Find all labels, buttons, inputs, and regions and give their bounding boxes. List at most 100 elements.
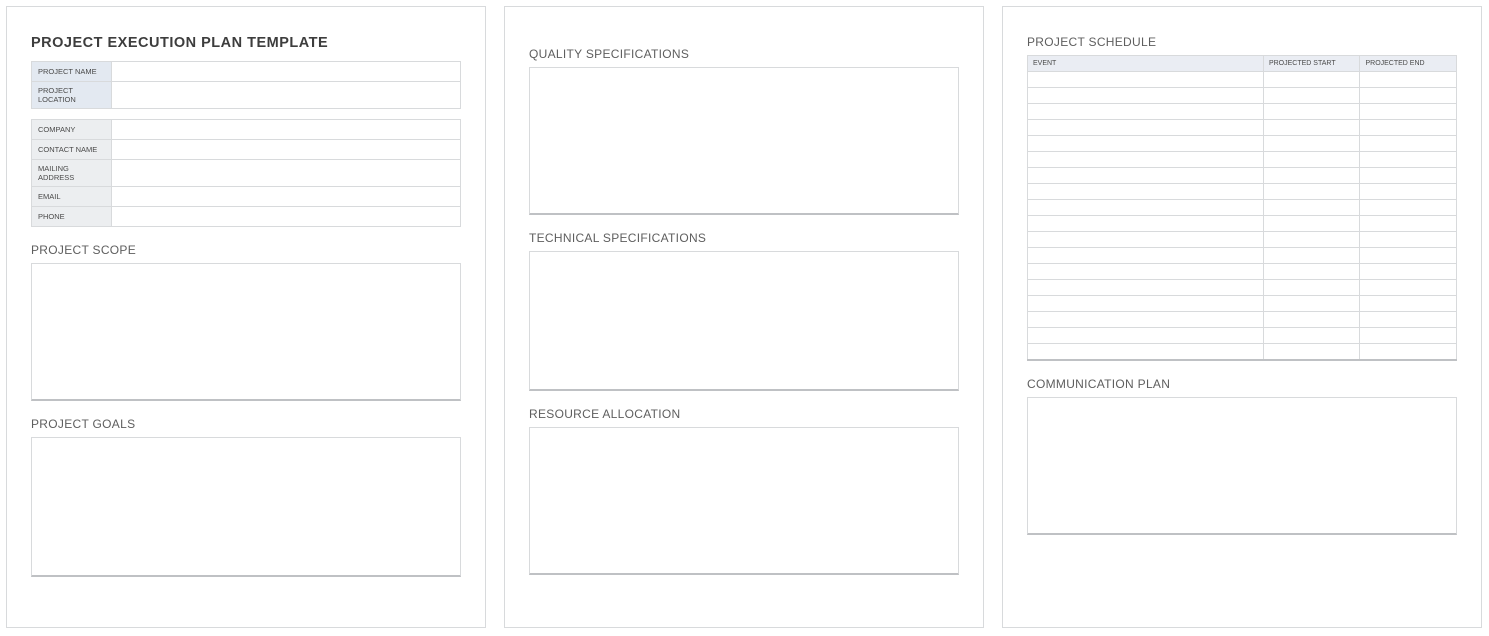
schedule-cell[interactable] [1263, 264, 1360, 280]
section-scope-title: PROJECT SCOPE [31, 243, 461, 257]
schedule-cell[interactable] [1028, 264, 1264, 280]
schedule-cell[interactable] [1263, 280, 1360, 296]
schedule-cell[interactable] [1263, 88, 1360, 104]
schedule-cell[interactable] [1028, 88, 1264, 104]
schedule-row [1028, 136, 1457, 152]
schedule-cell[interactable] [1263, 248, 1360, 264]
schedule-cell[interactable] [1263, 120, 1360, 136]
section-communication-title: COMMUNICATION PLAN [1027, 377, 1457, 391]
quality-specs-box[interactable] [529, 67, 959, 215]
schedule-row [1028, 296, 1457, 312]
schedule-cell[interactable] [1028, 344, 1264, 360]
schedule-cell[interactable] [1028, 200, 1264, 216]
schedule-header-end: PROJECTED END [1360, 56, 1457, 72]
schedule-cell[interactable] [1360, 216, 1457, 232]
schedule-cell[interactable] [1360, 312, 1457, 328]
label-project-location: PROJECT LOCATION [32, 82, 112, 109]
value-contact-name[interactable] [112, 140, 461, 160]
schedule-row [1028, 264, 1457, 280]
template-page-2: QUALITY SPECIFICATIONS TECHNICAL SPECIFI… [504, 6, 984, 628]
schedule-cell[interactable] [1360, 328, 1457, 344]
resource-allocation-box[interactable] [529, 427, 959, 575]
schedule-row [1028, 248, 1457, 264]
schedule-cell[interactable] [1263, 168, 1360, 184]
label-phone: PHONE [32, 207, 112, 227]
schedule-row [1028, 216, 1457, 232]
section-resource-title: RESOURCE ALLOCATION [529, 407, 959, 421]
schedule-cell[interactable] [1360, 248, 1457, 264]
schedule-cell[interactable] [1263, 136, 1360, 152]
label-contact-name: CONTACT NAME [32, 140, 112, 160]
section-schedule-title: PROJECT SCHEDULE [1027, 35, 1457, 49]
schedule-cell[interactable] [1263, 312, 1360, 328]
value-project-location[interactable] [112, 82, 461, 109]
label-company: COMPANY [32, 120, 112, 140]
schedule-row [1028, 120, 1457, 136]
schedule-cell[interactable] [1360, 152, 1457, 168]
schedule-cell[interactable] [1360, 184, 1457, 200]
schedule-cell[interactable] [1360, 280, 1457, 296]
schedule-header-start: PROJECTED START [1263, 56, 1360, 72]
schedule-cell[interactable] [1028, 296, 1264, 312]
schedule-row [1028, 168, 1457, 184]
schedule-cell[interactable] [1028, 232, 1264, 248]
schedule-row [1028, 88, 1457, 104]
project-goals-box[interactable] [31, 437, 461, 577]
schedule-cell[interactable] [1263, 344, 1360, 360]
schedule-cell[interactable] [1028, 184, 1264, 200]
schedule-cell[interactable] [1263, 200, 1360, 216]
schedule-row [1028, 232, 1457, 248]
schedule-cell[interactable] [1263, 232, 1360, 248]
template-page-3: PROJECT SCHEDULE EVENT PROJECTED START P… [1002, 6, 1482, 628]
schedule-row [1028, 200, 1457, 216]
schedule-row [1028, 72, 1457, 88]
schedule-cell[interactable] [1360, 88, 1457, 104]
schedule-row [1028, 184, 1457, 200]
schedule-cell[interactable] [1360, 264, 1457, 280]
value-mailing-address[interactable] [112, 160, 461, 187]
schedule-cell[interactable] [1028, 216, 1264, 232]
schedule-cell[interactable] [1028, 104, 1264, 120]
schedule-cell[interactable] [1263, 72, 1360, 88]
project-scope-box[interactable] [31, 263, 461, 401]
contact-table: COMPANY CONTACT NAME MAILING ADDRESS EMA… [31, 119, 461, 227]
schedule-cell[interactable] [1360, 72, 1457, 88]
schedule-cell[interactable] [1360, 136, 1457, 152]
schedule-cell[interactable] [1360, 120, 1457, 136]
schedule-cell[interactable] [1028, 248, 1264, 264]
schedule-row [1028, 152, 1457, 168]
schedule-cell[interactable] [1360, 296, 1457, 312]
schedule-row [1028, 280, 1457, 296]
label-mailing-address: MAILING ADDRESS [32, 160, 112, 187]
value-company[interactable] [112, 120, 461, 140]
schedule-cell[interactable] [1028, 72, 1264, 88]
schedule-cell[interactable] [1263, 216, 1360, 232]
schedule-row [1028, 344, 1457, 360]
schedule-cell[interactable] [1028, 152, 1264, 168]
schedule-cell[interactable] [1028, 120, 1264, 136]
schedule-cell[interactable] [1028, 136, 1264, 152]
schedule-cell[interactable] [1360, 232, 1457, 248]
schedule-cell[interactable] [1028, 328, 1264, 344]
value-email[interactable] [112, 187, 461, 207]
technical-specs-box[interactable] [529, 251, 959, 391]
schedule-header-event: EVENT [1028, 56, 1264, 72]
schedule-cell[interactable] [1263, 328, 1360, 344]
schedule-cell[interactable] [1360, 200, 1457, 216]
schedule-cell[interactable] [1028, 280, 1264, 296]
schedule-cell[interactable] [1028, 168, 1264, 184]
value-project-name[interactable] [112, 62, 461, 82]
schedule-cell[interactable] [1263, 104, 1360, 120]
schedule-cell[interactable] [1263, 296, 1360, 312]
schedule-cell[interactable] [1360, 104, 1457, 120]
schedule-cell[interactable] [1360, 344, 1457, 360]
schedule-row [1028, 328, 1457, 344]
value-phone[interactable] [112, 207, 461, 227]
label-email: EMAIL [32, 187, 112, 207]
schedule-cell[interactable] [1263, 184, 1360, 200]
schedule-cell[interactable] [1263, 152, 1360, 168]
schedule-cell[interactable] [1028, 312, 1264, 328]
schedule-cell[interactable] [1360, 168, 1457, 184]
project-schedule-table: EVENT PROJECTED START PROJECTED END [1027, 55, 1457, 361]
communication-plan-box[interactable] [1027, 397, 1457, 535]
